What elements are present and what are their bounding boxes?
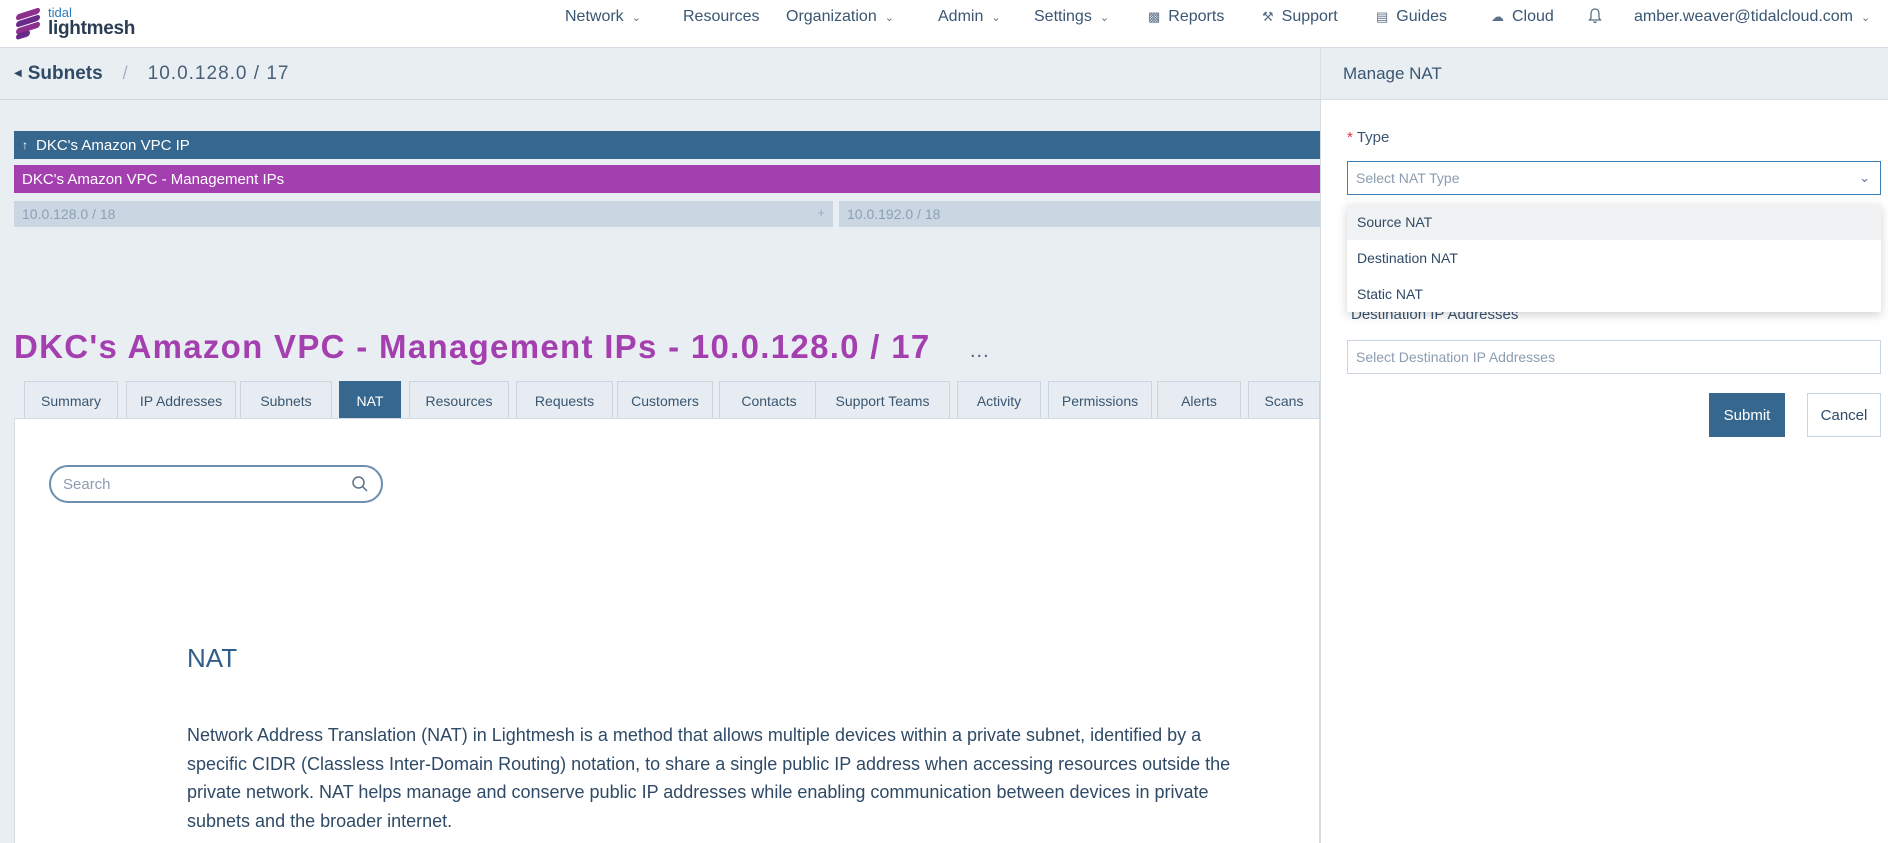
breadcrumb: ◀ Subnets / 10.0.128.0 / 17 (0, 48, 1320, 100)
notifications-button[interactable] (1588, 8, 1602, 24)
destination-ip-select[interactable]: Select Destination IP Addresses (1347, 340, 1881, 374)
more-options-icon[interactable]: ... (970, 340, 990, 363)
tab-contacts[interactable]: Contacts (719, 381, 819, 419)
submit-button[interactable]: Submit (1709, 393, 1785, 437)
tab-subnets[interactable]: Subnets (240, 381, 332, 419)
tab-ip-addresses[interactable]: IP Addresses (126, 381, 236, 419)
user-menu[interactable]: amber.weaver@tidalcloud.com ⌄ (1634, 8, 1870, 26)
chevron-down-icon: ⌄ (884, 11, 894, 24)
nav-admin[interactable]: Admin ⌄ (938, 8, 1001, 26)
nav-network[interactable]: Network ⌄ (565, 8, 641, 26)
option-static-nat[interactable]: Static NAT (1347, 276, 1881, 312)
wrench-icon: ⚒ (1262, 9, 1274, 24)
nav-cloud[interactable]: ☁ Cloud (1491, 8, 1554, 26)
parent-subnet-bar[interactable]: ↑ DKC's Amazon VPC IP (14, 131, 1320, 159)
tab-resources[interactable]: Resources (409, 381, 509, 419)
manage-nat-drawer: Manage NAT * Type Select NAT Type ⌄ Desti… (1320, 48, 1888, 843)
type-label: * Type (1347, 129, 1390, 146)
tab-alerts[interactable]: Alerts (1157, 381, 1241, 419)
tab-activity[interactable]: Activity (957, 381, 1041, 419)
chevron-down-icon: ⌄ (1859, 170, 1870, 185)
nav-reports[interactable]: ▩ Reports (1148, 8, 1224, 26)
lightmesh-logo-icon (14, 7, 42, 41)
current-subnet-bar[interactable]: DKC's Amazon VPC - Management IPs (14, 165, 1320, 193)
chevron-down-icon: ⌄ (1099, 11, 1110, 24)
chevron-down-icon: ⌄ (631, 11, 641, 24)
nav-resources[interactable]: Resources (683, 8, 759, 26)
breadcrumb-separator: / (122, 63, 128, 83)
tab-permissions[interactable]: Permissions (1048, 381, 1152, 419)
bell-icon (1588, 8, 1602, 24)
brand-name: lightmesh (48, 18, 136, 39)
arrow-up-icon: ↑ (22, 138, 28, 152)
chevron-left-icon[interactable]: ◀ (14, 68, 22, 79)
search-input[interactable] (63, 473, 333, 495)
nav-settings[interactable]: Settings ⌄ (1034, 8, 1109, 26)
add-subnet-icon[interactable]: + (817, 205, 825, 220)
search-box[interactable] (49, 465, 383, 503)
brand-logo[interactable]: tidal lightmesh (14, 2, 135, 42)
nav-support[interactable]: ⚒ Support (1262, 8, 1338, 26)
tab-summary[interactable]: Summary (24, 381, 118, 419)
nat-description: Network Address Translation (NAT) in Lig… (187, 725, 1231, 831)
breadcrumb-subnets-link[interactable]: Subnets (28, 63, 103, 85)
tab-customers[interactable]: Customers (617, 381, 713, 419)
child-subnet-bar[interactable]: 10.0.128.0 / 18 + (14, 201, 833, 227)
tab-nat[interactable]: NAT (339, 381, 401, 419)
cloud-icon: ☁ (1491, 9, 1504, 24)
nav-organization[interactable]: Organization ⌄ (786, 8, 894, 26)
nat-type-select[interactable]: Select NAT Type ⌄ (1347, 161, 1881, 195)
chevron-down-icon: ⌄ (991, 11, 1001, 24)
tab-scans[interactable]: Scans (1248, 381, 1320, 419)
bar-chart-icon: ▩ (1148, 9, 1161, 24)
nat-content-panel: NAT Network Address Translation (NAT) in… (14, 418, 1320, 843)
top-nav: tidal lightmesh Network ⌄ Resources Organ… (0, 0, 1888, 48)
book-icon: ▤ (1376, 9, 1389, 24)
breadcrumb-current: 10.0.128.0 / 17 (147, 62, 290, 84)
cancel-button[interactable]: Cancel (1807, 393, 1881, 437)
chevron-down-icon: ⌄ (1861, 11, 1871, 24)
tab-requests[interactable]: Requests (516, 381, 613, 419)
child-subnet-bar[interactable]: 10.0.192.0 / 18 (839, 201, 1320, 227)
tab-support-teams[interactable]: Support Teams (815, 381, 950, 419)
required-marker: * (1347, 129, 1353, 146)
drawer-title: Manage NAT (1321, 48, 1888, 100)
option-source-nat[interactable]: Source NAT (1347, 204, 1881, 240)
nat-heading: NAT (187, 643, 238, 673)
page-title: DKC's Amazon VPC - Management IPs - 10.0… (14, 328, 931, 365)
search-icon[interactable] (351, 475, 369, 493)
nav-guides[interactable]: ▤ Guides (1376, 8, 1447, 26)
option-destination-nat[interactable]: Destination NAT (1347, 240, 1881, 276)
nat-type-dropdown: Source NAT Destination NAT Static NAT (1347, 204, 1881, 312)
